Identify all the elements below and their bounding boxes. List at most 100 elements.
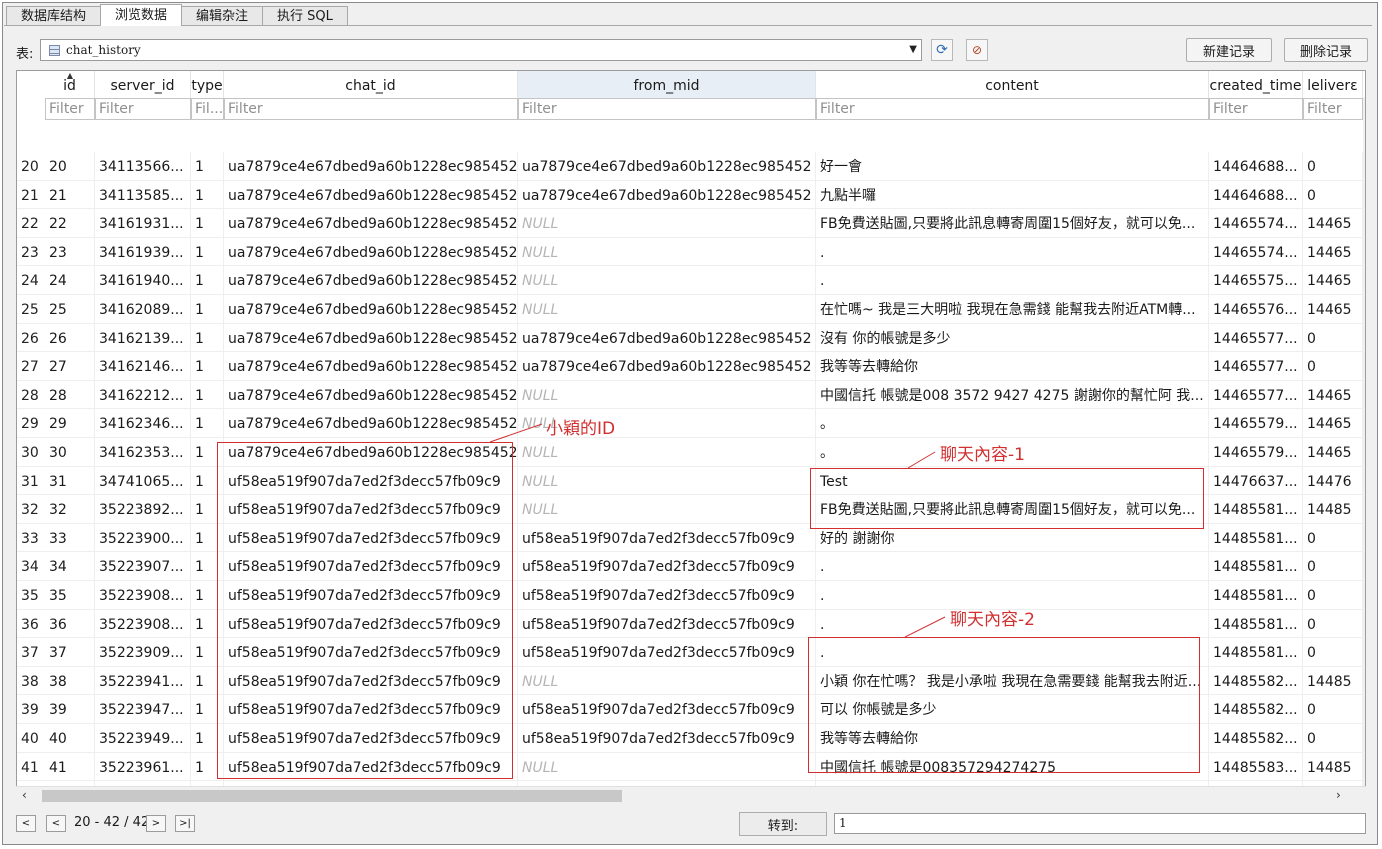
table-row[interactable]: 20 20 34113566... 1 ua7879ce4e67dbed9a60b122… [17, 152, 1363, 181]
cell-delivered[interactable]: 0 [1303, 552, 1363, 581]
cell-content[interactable]: 。 [816, 409, 1209, 438]
cell-delivered[interactable]: 14465 [1303, 209, 1363, 238]
cell-created_time[interactable]: 14485581... [1209, 523, 1303, 553]
cell-chat_id[interactable]: ua7879ce4e67dbed9a60b1228ec985452 [224, 266, 518, 295]
scroll-right-icon[interactable]: › [1336, 788, 1341, 802]
cell-created_time[interactable]: 14485581... [1209, 495, 1303, 524]
cell-id[interactable]: 37 [45, 638, 95, 667]
horizontal-scroll-thumb[interactable] [42, 790, 622, 802]
row-number[interactable]: 32 [17, 495, 45, 524]
cell-server_id[interactable]: 34113566... [95, 152, 191, 181]
cell-id[interactable]: 31 [45, 466, 95, 496]
table-row[interactable]: 29 29 34162346... 1 ua7879ce4e67dbed9a60b122… [17, 409, 1363, 438]
filter-input-created_time[interactable]: Filter [1209, 98, 1303, 120]
cell-from_mid[interactable]: uf58ea519f907da7ed2f3decc57fb09c9 [518, 609, 816, 639]
cell-type[interactable]: 1 [191, 152, 224, 181]
cell-created_time[interactable]: 14485582... [1209, 695, 1303, 724]
cell-delivered[interactable]: 0 [1303, 352, 1363, 381]
cell-delivered[interactable]: 14465 [1303, 237, 1363, 267]
first-page-button[interactable]: < [16, 815, 36, 832]
cell-chat_id[interactable]: ua7879ce4e67dbed9a60b1228ec985452 [224, 409, 518, 438]
cell-from_mid[interactable]: NULL [518, 438, 816, 467]
table-row[interactable]: 25 25 34162089... 1 ua7879ce4e67dbed9a60b122… [17, 295, 1363, 324]
table-select[interactable]: chat_history ▼ [40, 39, 922, 61]
cell-delivered[interactable]: 14465 [1303, 409, 1363, 438]
cell-server_id[interactable]: 34162146... [95, 352, 191, 381]
cell-created_time[interactable]: 14464688... [1209, 180, 1303, 210]
cell-id[interactable]: 35 [45, 581, 95, 610]
cell-content[interactable]: 沒有 你的帳號是多少 [816, 323, 1209, 353]
cell-from_mid[interactable]: NULL [518, 266, 816, 295]
cell-id[interactable]: 30 [45, 438, 95, 467]
cell-created_time[interactable]: 14465579... [1209, 438, 1303, 467]
cell-delivered[interactable]: 0 [1303, 695, 1363, 724]
cell-id[interactable]: 34 [45, 552, 95, 581]
cell-from_mid[interactable]: NULL [518, 495, 816, 524]
cell-id[interactable]: 33 [45, 523, 95, 553]
cell-from_mid[interactable]: uf58ea519f907da7ed2f3decc57fb09c9 [518, 638, 816, 667]
cell-chat_id[interactable]: ua7879ce4e67dbed9a60b1228ec985452 [224, 295, 518, 324]
cell-server_id[interactable]: 34162346... [95, 409, 191, 438]
cell-id[interactable]: 38 [45, 666, 95, 696]
cell-chat_id[interactable]: ua7879ce4e67dbed9a60b1228ec985452 [224, 380, 518, 410]
row-number[interactable]: 39 [17, 695, 45, 724]
cell-from_mid[interactable]: uf58ea519f907da7ed2f3decc57fb09c9 [518, 552, 816, 581]
table-row[interactable]: 21 21 34113585... 1 ua7879ce4e67dbed9a60b122… [17, 180, 1363, 210]
cell-chat_id[interactable]: ua7879ce4e67dbed9a60b1228ec985452 [224, 152, 518, 181]
horizontal-scrollbar[interactable]: ‹ › [16, 786, 1366, 803]
cell-created_time[interactable]: 14465579... [1209, 409, 1303, 438]
cell-from_mid[interactable]: NULL [518, 466, 816, 496]
cell-from_mid[interactable]: ua7879ce4e67dbed9a60b1228ec985452 [518, 180, 816, 210]
cell-server_id[interactable]: 35223941... [95, 666, 191, 696]
cell-chat_id[interactable]: ua7879ce4e67dbed9a60b1228ec985452 [224, 323, 518, 353]
cell-created_time[interactable]: 14465577... [1209, 323, 1303, 353]
cell-type[interactable]: 1 [191, 409, 224, 438]
table-row[interactable]: 23 23 34161939... 1 ua7879ce4e67dbed9a60b122… [17, 237, 1363, 267]
row-number[interactable]: 34 [17, 552, 45, 581]
cell-created_time[interactable]: 14485582... [1209, 724, 1303, 753]
cell-server_id[interactable]: 34161931... [95, 209, 191, 238]
cell-server_id[interactable]: 35223908... [95, 581, 191, 610]
cell-created_time[interactable]: 14485582... [1209, 666, 1303, 696]
cell-delivered[interactable]: 0 [1303, 638, 1363, 667]
cell-created_time[interactable]: 14485581... [1209, 609, 1303, 639]
row-number[interactable]: 24 [17, 266, 45, 295]
cell-chat_id[interactable]: ua7879ce4e67dbed9a60b1228ec985452 [224, 180, 518, 210]
cell-delivered[interactable]: 14465 [1303, 380, 1363, 410]
scroll-left-icon[interactable]: ‹ [22, 788, 27, 802]
vertical-scrollbar[interactable]: ︿ ﹀ [1363, 97, 1365, 802]
cell-delivered[interactable]: 0 [1303, 609, 1363, 639]
cell-content[interactable]: 在忙嗎~ 我是三大明啦 我現在急需錢 能幫我去附近ATM轉... [816, 295, 1209, 324]
cell-server_id[interactable]: 35223947... [95, 695, 191, 724]
cell-type[interactable]: 1 [191, 237, 224, 267]
cell-server_id[interactable]: 35223892... [95, 495, 191, 524]
cell-content[interactable]: 中國信托 帳號是008 3572 9427 4275 謝謝你的幫忙阿 我... [816, 380, 1209, 410]
cell-content[interactable]: . [816, 237, 1209, 267]
cell-from_mid[interactable]: uf58ea519f907da7ed2f3decc57fb09c9 [518, 581, 816, 610]
filter-input-from_mid[interactable]: Filter [518, 98, 816, 120]
cell-delivered[interactable]: 14476 [1303, 466, 1363, 496]
cell-delivered[interactable]: 14465 [1303, 266, 1363, 295]
row-number[interactable]: 28 [17, 381, 45, 410]
column-header-created_time[interactable]: created_time [1209, 71, 1303, 98]
cell-delivered[interactable]: 14485 [1303, 495, 1363, 524]
cell-server_id[interactable]: 34741065... [95, 466, 191, 496]
cell-id[interactable]: 29 [45, 409, 95, 438]
cell-id[interactable]: 22 [45, 209, 95, 238]
row-number[interactable]: 38 [17, 667, 45, 696]
cell-created_time[interactable]: 14465574... [1209, 237, 1303, 267]
cell-created_time[interactable]: 14465576... [1209, 295, 1303, 324]
cell-id[interactable]: 24 [45, 266, 95, 295]
row-number[interactable]: 40 [17, 724, 45, 753]
cell-type[interactable]: 1 [191, 380, 224, 410]
cell-server_id[interactable]: 34162353... [95, 438, 191, 467]
last-page-button[interactable]: >| [175, 815, 195, 832]
cell-chat_id[interactable]: ua7879ce4e67dbed9a60b1228ec985452 [224, 352, 518, 381]
tab-edit-pragmas[interactable]: 编辑杂注 [181, 6, 264, 26]
row-number[interactable]: 22 [17, 209, 45, 238]
cell-type[interactable]: 1 [191, 209, 224, 238]
row-number[interactable]: 33 [17, 524, 45, 553]
row-number[interactable]: 27 [17, 352, 45, 381]
column-header-from_mid[interactable]: from_mid [518, 71, 816, 98]
cell-id[interactable]: 25 [45, 295, 95, 324]
